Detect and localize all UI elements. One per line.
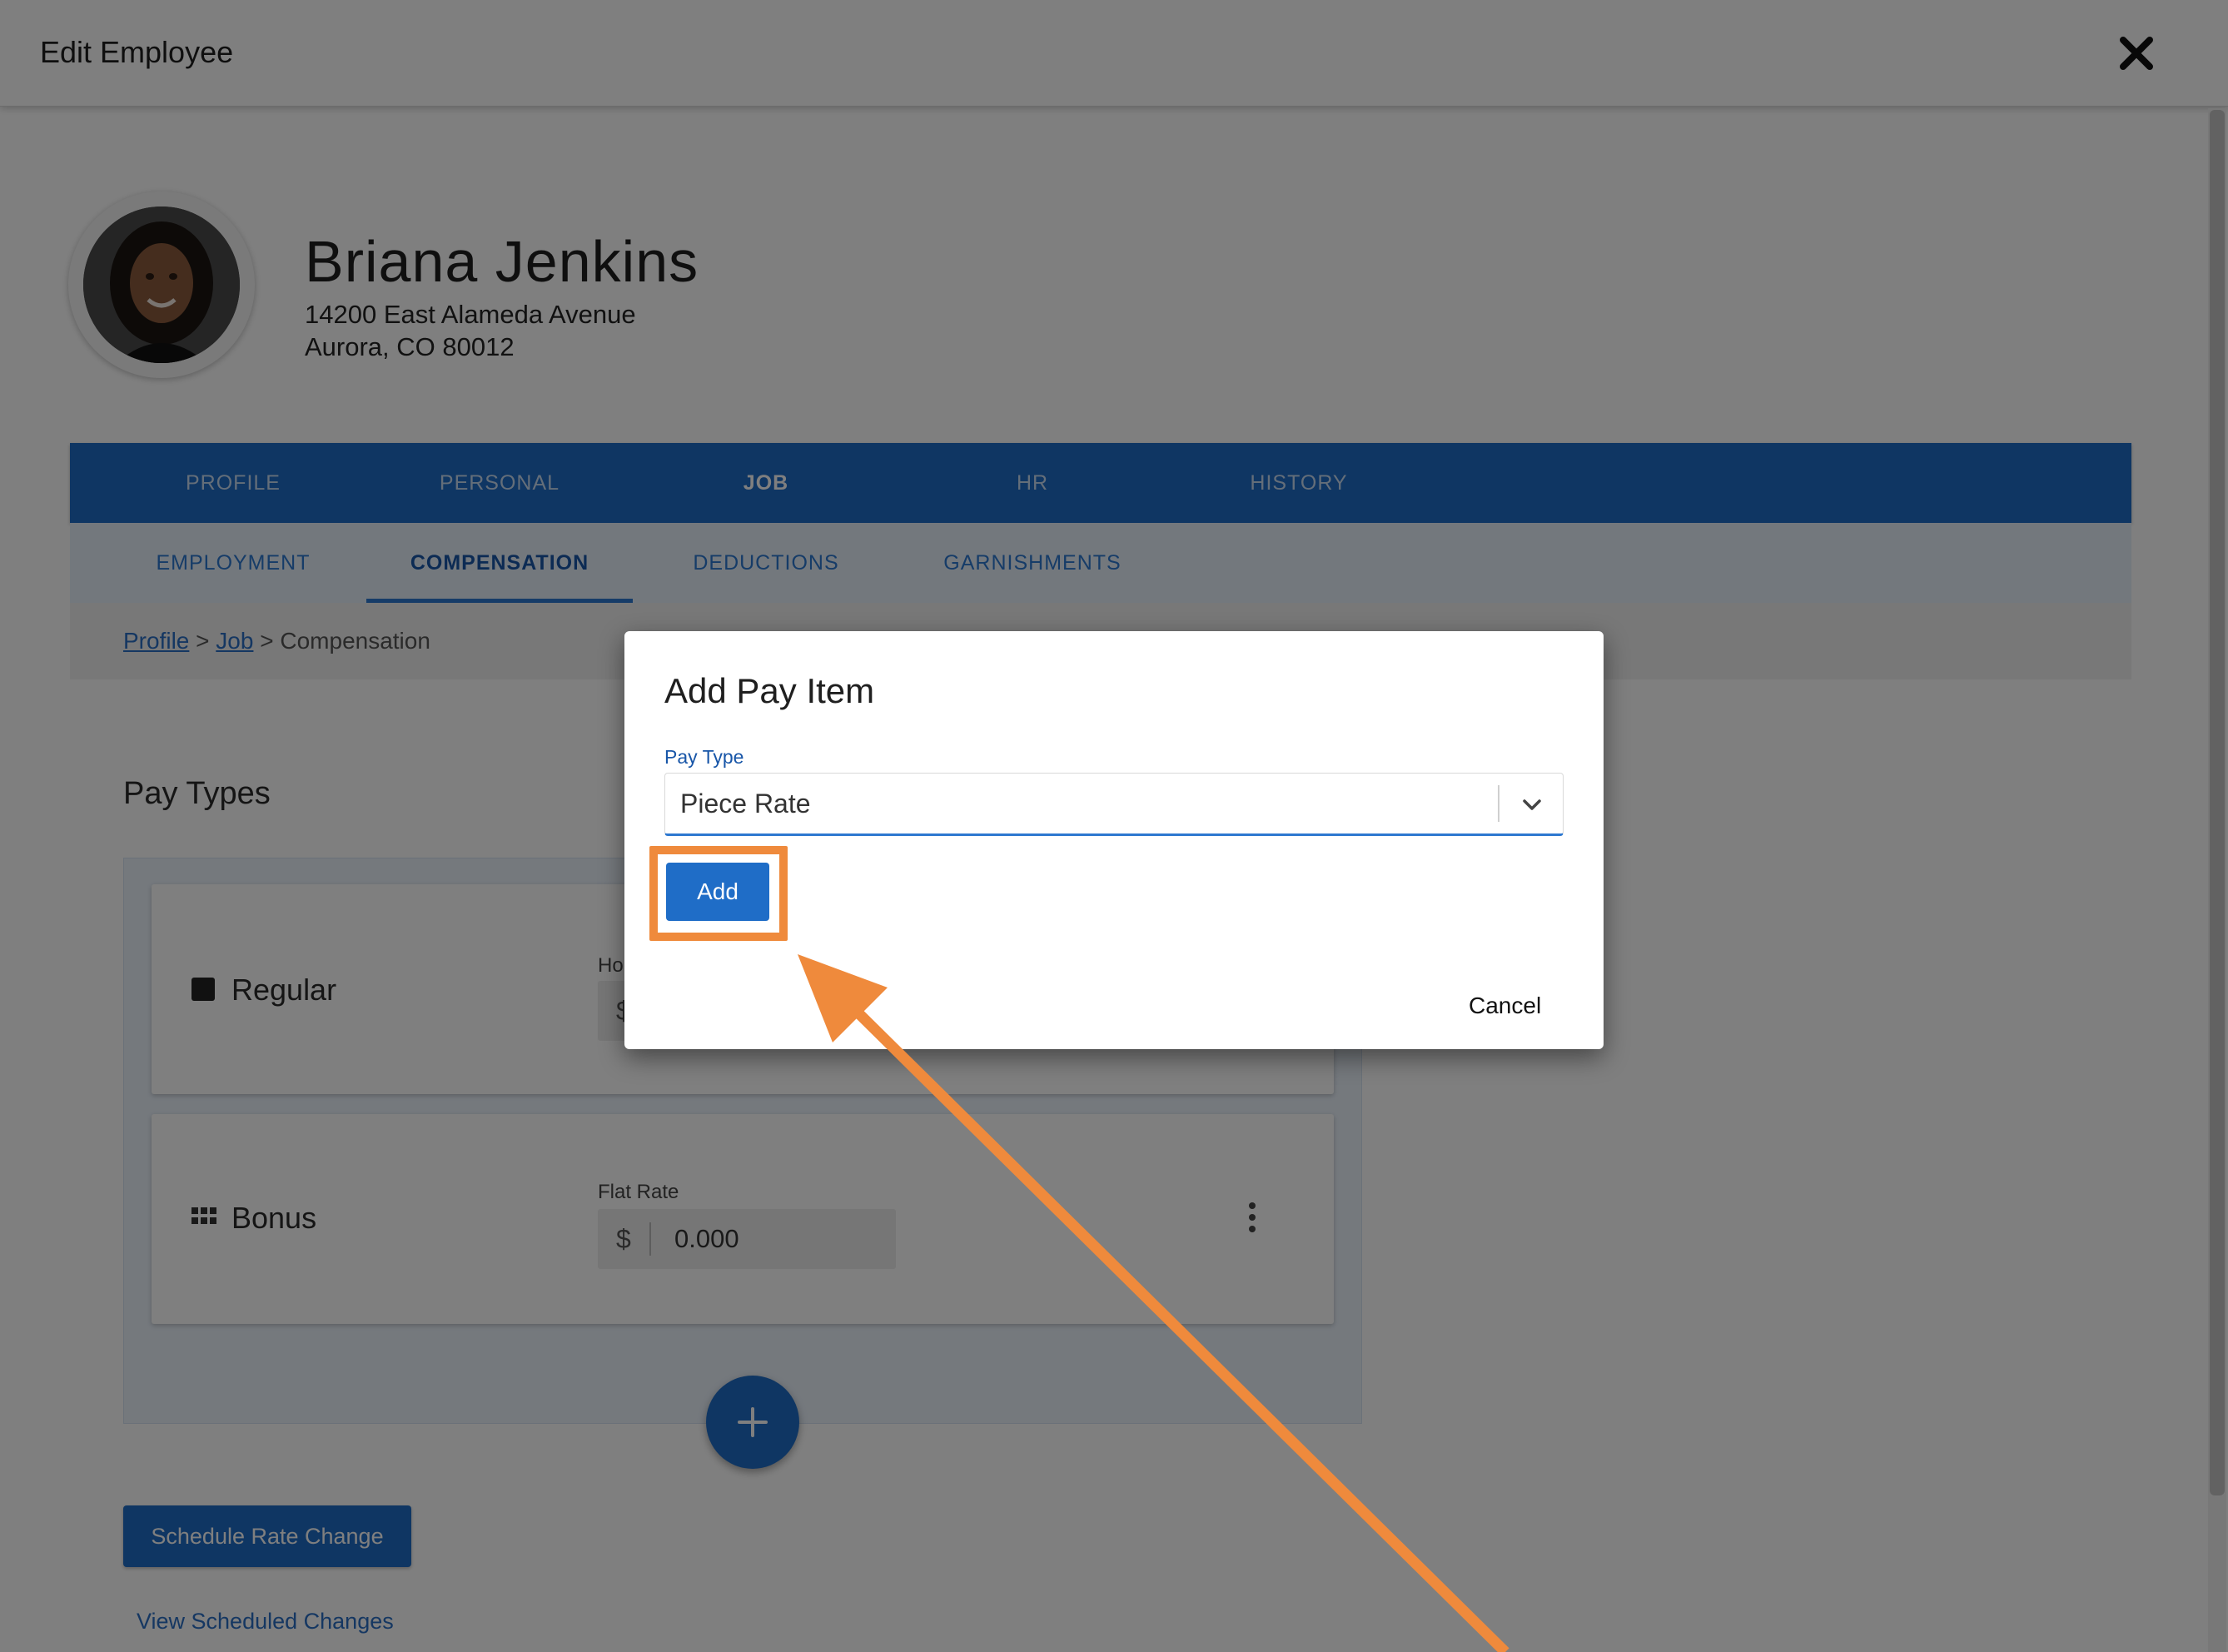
add-pay-item-dialog: Add Pay Item Pay Type Piece Rate Add Can… bbox=[624, 631, 1604, 1049]
cancel-button[interactable]: Cancel bbox=[1469, 993, 1541, 1019]
select-divider bbox=[1498, 785, 1499, 822]
pay-type-label: Pay Type bbox=[664, 746, 744, 768]
pay-type-value: Piece Rate bbox=[680, 789, 811, 819]
dialog-title: Add Pay Item bbox=[664, 671, 875, 710]
pay-type-select[interactable]: Piece Rate bbox=[664, 773, 1564, 836]
add-button[interactable]: Add bbox=[666, 863, 769, 921]
chevron-down-icon[interactable] bbox=[1519, 792, 1544, 817]
